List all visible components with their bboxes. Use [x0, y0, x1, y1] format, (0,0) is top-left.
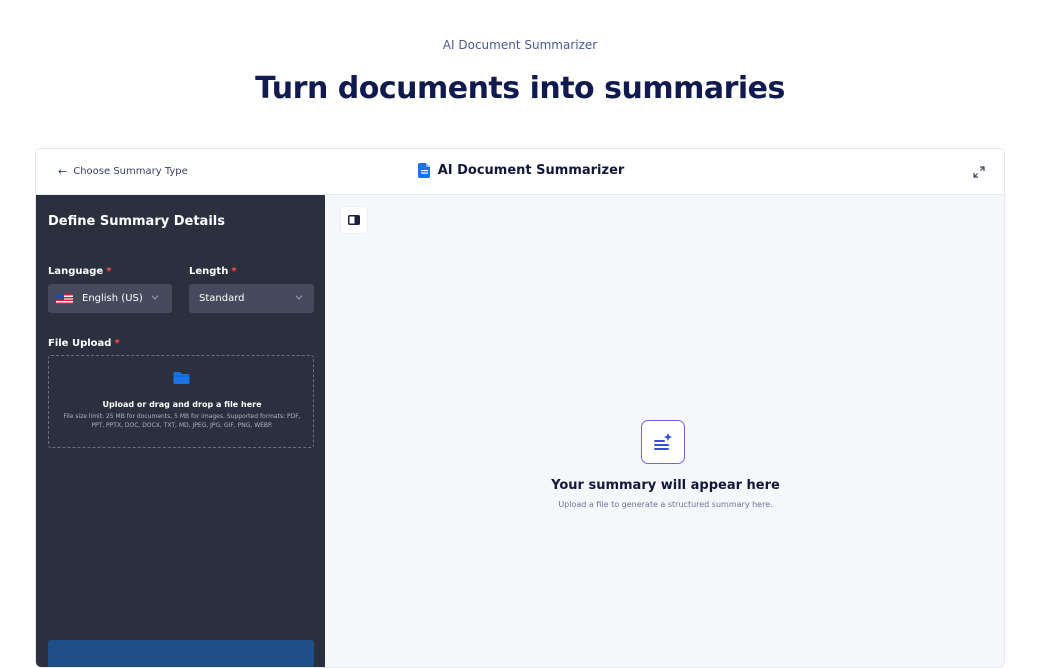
summarizer-app: ← Choose Summary Type AI Document Summar… [35, 148, 1005, 668]
summary-output-area: Your summary will appear here Upload a f… [325, 195, 1004, 667]
folder-icon [173, 369, 190, 386]
document-icon [417, 163, 431, 178]
required-mark: * [106, 266, 112, 277]
file-dropzone[interactable]: Upload or drag and drop a file here File… [48, 355, 314, 448]
app-topbar: ← Choose Summary Type AI Document Summar… [36, 149, 1004, 195]
summary-sparkle-icon [641, 420, 685, 464]
required-mark: * [114, 338, 120, 349]
language-select[interactable]: English (US) [48, 284, 172, 313]
page-headline: Turn documents into summaries [255, 71, 785, 106]
sidebar-title: Define Summary Details [48, 214, 225, 229]
dropzone-help: File size limit: 25 MB for documents, 5 … [63, 413, 301, 429]
chevron-down-icon [151, 292, 159, 300]
length-select[interactable]: Standard [189, 284, 314, 313]
empty-state-subtitle: Upload a file to generate a structured s… [558, 500, 773, 509]
summary-details-sidebar: Define Summary Details Language * Length *… [36, 195, 325, 667]
generate-button[interactable] [48, 640, 314, 667]
empty-state-title: Your summary will appear here [551, 478, 780, 493]
app-title: AI Document Summarizer [36, 163, 1004, 178]
dropzone-title: Upload or drag and drop a file here [102, 400, 262, 409]
chevron-down-icon [295, 292, 303, 300]
sidebar-toggle-icon[interactable] [341, 207, 367, 233]
expand-icon[interactable] [972, 164, 986, 183]
page-eyebrow: AI Document Summarizer [442, 38, 598, 52]
language-label: Language * [48, 266, 112, 277]
us-flag-icon [56, 293, 73, 304]
length-value: Standard [199, 293, 245, 304]
file-upload-label: File Upload * [48, 338, 120, 349]
required-mark: * [231, 266, 237, 277]
language-value: English (US) [82, 293, 143, 304]
length-label: Length * [189, 266, 237, 277]
app-title-text: AI Document Summarizer [437, 163, 625, 178]
